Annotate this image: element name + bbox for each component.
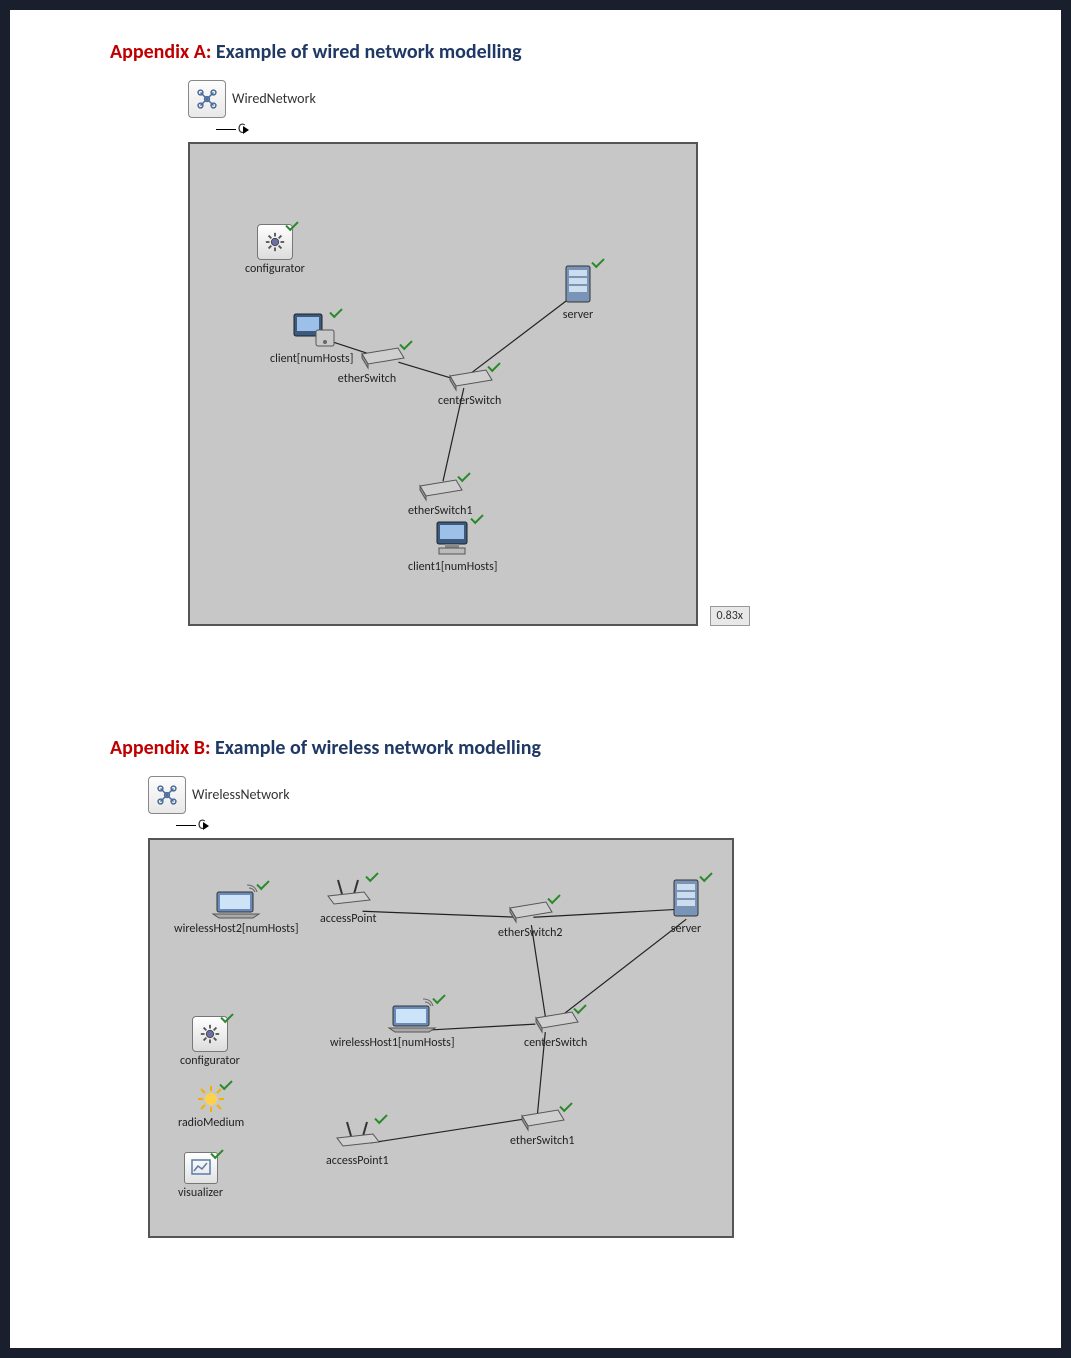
checkmark-icon xyxy=(560,1102,570,1112)
node-etherswitch1-b[interactable]: etherSwitch1 xyxy=(510,1106,574,1148)
node-client-numhosts[interactable]: client[numHosts] xyxy=(270,312,353,366)
appendix-b-title: Example of wireless network modelling xyxy=(215,736,541,760)
checkmark-icon xyxy=(458,472,468,482)
node-etherswitch[interactable]: etherSwitch xyxy=(358,344,406,386)
appendix-b-prefix: Appendix B: xyxy=(110,736,215,760)
node-server[interactable]: server xyxy=(558,262,598,322)
node-configurator[interactable]: configurator xyxy=(245,224,305,276)
node-visualizer[interactable]: visualizer xyxy=(178,1152,223,1200)
node-label: centerSwitch xyxy=(524,1036,587,1050)
node-label: radioMedium xyxy=(178,1116,244,1130)
node-accesspoint[interactable]: accessPoint xyxy=(320,876,377,926)
c-arrow-label: C xyxy=(216,120,253,137)
checkmark-icon xyxy=(574,1004,584,1014)
node-wirelesshost2[interactable]: wirelessHost2[numHosts] xyxy=(174,884,299,936)
node-client1-numhosts[interactable]: client1[numHosts] xyxy=(408,518,497,574)
appendix-b-heading: Appendix B: Example of wireless network … xyxy=(110,736,1061,760)
checkmark-icon xyxy=(330,308,340,318)
checkmark-icon xyxy=(221,1013,231,1023)
node-wirelesshost1[interactable]: wirelessHost1[numHosts] xyxy=(370,998,455,1050)
node-label: etherSwitch1 xyxy=(510,1134,574,1148)
node-label: server xyxy=(563,308,593,322)
network-title: WiredNetwork xyxy=(232,90,316,107)
checkmark-icon xyxy=(400,340,410,350)
appendix-a-canvas[interactable]: configurator client[numHosts] etherSwitc… xyxy=(188,142,698,626)
node-label: configurator xyxy=(245,262,305,276)
checkmark-icon xyxy=(220,1080,230,1090)
checkmark-icon xyxy=(700,872,710,882)
node-etherswitch2[interactable]: etherSwitch2 xyxy=(498,898,562,940)
network-title: WirelessNetwork xyxy=(192,786,290,803)
node-label: etherSwitch xyxy=(338,372,396,386)
node-centerswitch-b[interactable]: centerSwitch xyxy=(524,1008,587,1050)
node-etherswitch1[interactable]: etherSwitch1 xyxy=(408,476,472,518)
node-label: etherSwitch1 xyxy=(408,504,472,518)
appendix-a-prefix: Appendix A: xyxy=(110,40,216,64)
node-centerswitch[interactable]: centerSwitch xyxy=(438,366,501,408)
appendix-a-diagram: WiredNetwork C configurator xyxy=(140,76,1061,656)
page: Appendix A: Example of wired network mod… xyxy=(10,10,1061,1348)
zoom-level-badge: 0.83x xyxy=(710,606,750,626)
node-label: accessPoint xyxy=(320,912,377,926)
appendix-b-diagram: WirelessNetwork C xyxy=(140,772,1061,1292)
node-label: visualizer xyxy=(178,1186,223,1200)
node-label: wirelessHost2[numHosts] xyxy=(174,922,299,936)
node-radiomedium[interactable]: radioMedium xyxy=(178,1084,244,1130)
checkmark-icon xyxy=(488,362,498,372)
node-configurator-b[interactable]: configurator xyxy=(180,1016,240,1068)
node-label: wirelessHost1[numHosts] xyxy=(330,1036,455,1050)
checkmark-icon xyxy=(375,1114,385,1124)
node-label: accessPoint1 xyxy=(326,1154,389,1168)
appendix-a-heading: Appendix A: Example of wired network mod… xyxy=(110,40,1061,64)
appendix-a-title: Example of wired network modelling xyxy=(216,40,522,64)
node-label: client[numHosts] xyxy=(270,352,353,366)
node-label: etherSwitch2 xyxy=(498,926,562,940)
node-label: centerSwitch xyxy=(438,394,501,408)
checkmark-icon xyxy=(366,872,376,882)
checkmark-icon xyxy=(211,1149,221,1159)
node-server-b[interactable]: server xyxy=(666,876,706,936)
checkmark-icon xyxy=(257,880,267,890)
checkmark-icon xyxy=(433,994,443,1004)
c-arrow-label: C xyxy=(176,816,213,833)
node-label: configurator xyxy=(180,1054,240,1068)
checkmark-icon xyxy=(286,221,296,231)
appendix-b-canvas[interactable]: wirelessHost2[numHosts] accessPoint ethe… xyxy=(148,838,734,1238)
node-label: client1[numHosts] xyxy=(408,560,497,574)
checkmark-icon xyxy=(592,258,602,268)
network-icon xyxy=(188,80,226,118)
node-accesspoint1[interactable]: accessPoint1 xyxy=(326,1118,389,1168)
network-icon xyxy=(148,776,186,814)
node-label: server xyxy=(671,922,701,936)
checkmark-icon xyxy=(471,514,481,524)
checkmark-icon xyxy=(548,894,558,904)
